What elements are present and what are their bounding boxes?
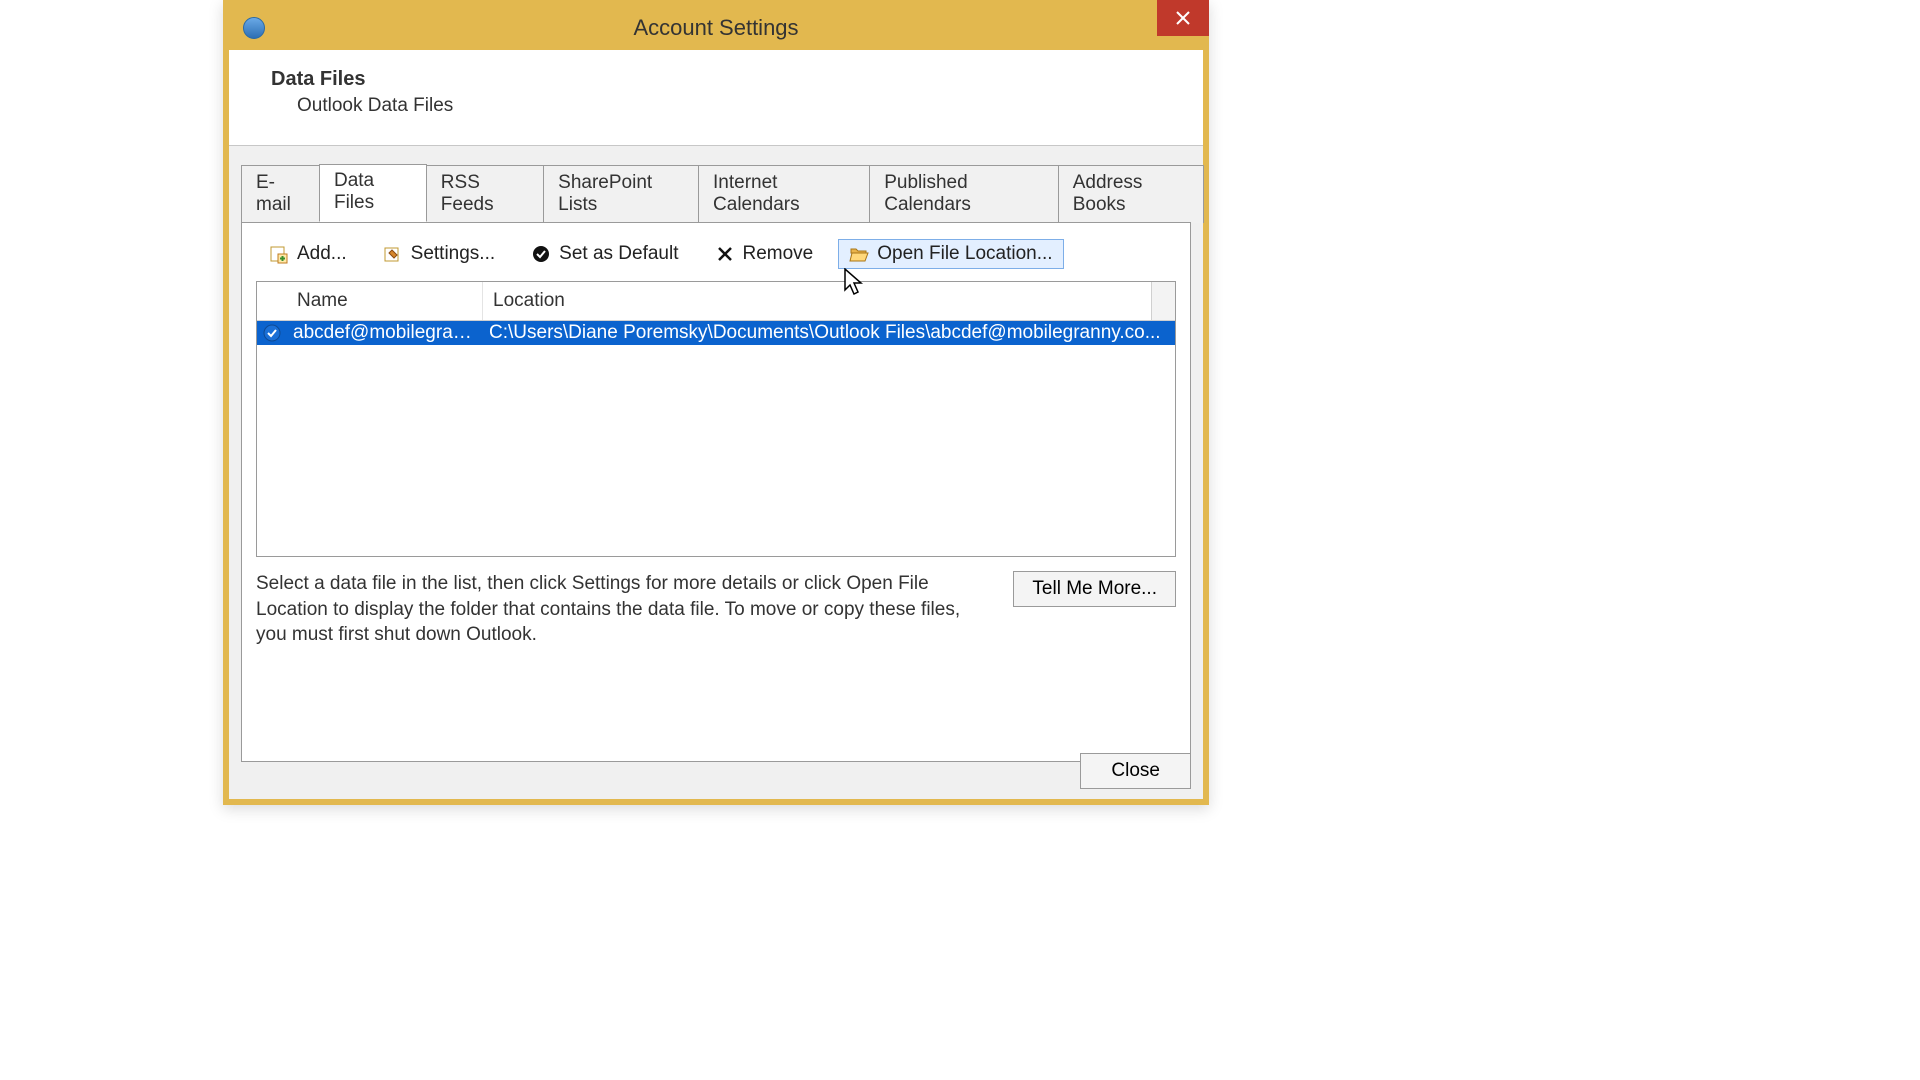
column-name[interactable]: Name (287, 282, 483, 320)
column-default-indicator[interactable] (257, 282, 287, 320)
tab-email[interactable]: E-mail (241, 165, 320, 223)
tab-sharepoint-lists[interactable]: SharePoint Lists (543, 165, 699, 223)
tab-published-calendars[interactable]: Published Calendars (869, 165, 1059, 223)
data-files-list[interactable]: Name Location abcdef@mobilegran... C:\Us… (256, 281, 1176, 557)
tell-me-more-button[interactable]: Tell Me More... (1013, 571, 1176, 607)
dialog-footer: Close (1080, 753, 1191, 789)
cell-location: C:\Users\Diane Poremsky\Documents\Outloo… (483, 322, 1175, 344)
settings-button[interactable]: Settings... (372, 239, 507, 269)
close-button[interactable]: Close (1080, 753, 1191, 789)
info-row: Select a data file in the list, then cli… (256, 571, 1176, 648)
dialog-header: Data Files Outlook Data Files (229, 50, 1203, 146)
set-default-button-label: Set as Default (559, 243, 678, 265)
tab-data-files[interactable]: Data Files (319, 164, 427, 222)
column-location[interactable]: Location (483, 282, 1151, 320)
scrollbar-stub (1151, 282, 1175, 320)
close-icon (1176, 11, 1190, 25)
header-subtitle: Outlook Data Files (297, 95, 1189, 117)
tab-internet-calendars[interactable]: Internet Calendars (698, 165, 870, 223)
settings-icon (383, 244, 403, 264)
app-icon (243, 17, 265, 39)
cell-name: abcdef@mobilegran... (287, 322, 483, 344)
list-body: abcdef@mobilegran... C:\Users\Diane Pore… (257, 321, 1175, 556)
folder-open-icon (849, 244, 869, 264)
add-button[interactable]: Add... (258, 239, 358, 269)
tab-rss-feeds[interactable]: RSS Feeds (426, 165, 544, 223)
tab-address-books[interactable]: Address Books (1058, 165, 1204, 223)
titlebar[interactable]: Account Settings (229, 6, 1203, 50)
set-default-button[interactable]: Set as Default (520, 239, 689, 269)
remove-button-label: Remove (743, 243, 814, 265)
settings-button-label: Settings... (411, 243, 496, 265)
account-settings-dialog: Account Settings Data Files Outlook Data… (223, 0, 1209, 805)
toolbar: Add... Settings... Set as Default (256, 237, 1176, 281)
open-file-location-label: Open File Location... (877, 243, 1052, 265)
add-button-label: Add... (297, 243, 347, 265)
add-datafile-icon (269, 244, 289, 264)
header-title: Data Files (271, 68, 1189, 91)
window-title: Account Settings (229, 15, 1203, 41)
remove-icon (715, 244, 735, 264)
open-file-location-button[interactable]: Open File Location... (838, 239, 1063, 269)
tab-bar: E-mail Data Files RSS Feeds SharePoint L… (229, 164, 1203, 222)
default-indicator-icon (257, 324, 287, 342)
check-circle-icon (531, 244, 551, 264)
list-header: Name Location (257, 282, 1175, 321)
remove-button[interactable]: Remove (704, 239, 825, 269)
data-file-row[interactable]: abcdef@mobilegran... C:\Users\Diane Pore… (257, 321, 1175, 345)
info-text: Select a data file in the list, then cli… (256, 571, 993, 648)
window-close-button[interactable] (1157, 0, 1209, 36)
data-files-panel: Add... Settings... Set as Default (241, 222, 1191, 762)
